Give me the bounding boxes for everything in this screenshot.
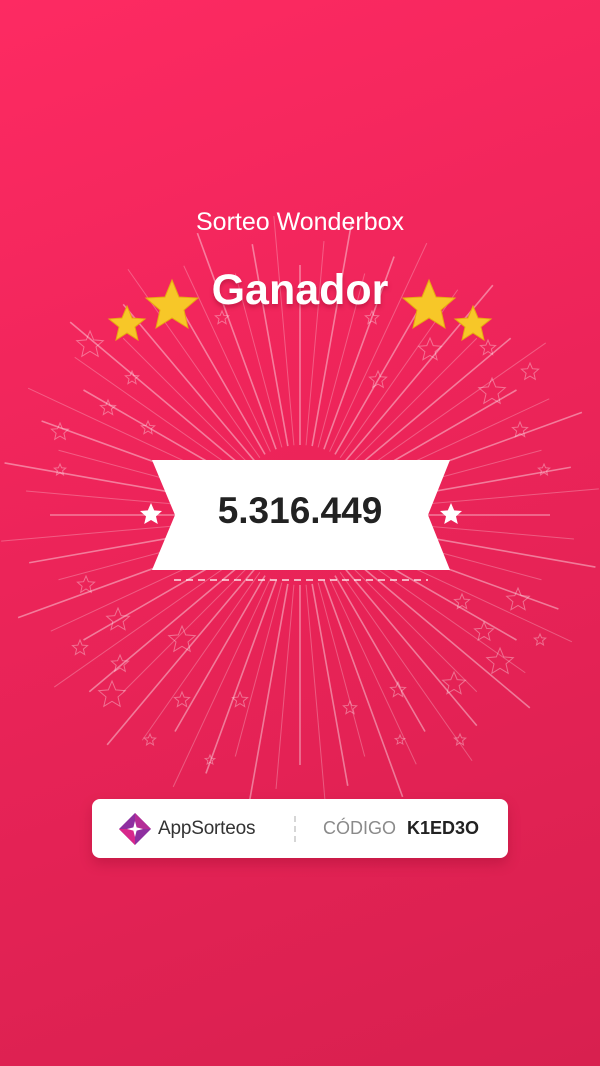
sunburst-ray: [339, 572, 473, 762]
outline-star-icon: [97, 679, 127, 708]
outline-star-icon: [453, 732, 467, 746]
sunburst-ray: [349, 564, 478, 693]
outline-star-icon: [173, 690, 191, 708]
outline-star-icon: [71, 638, 89, 656]
appsorteos-logo-icon: [119, 813, 151, 845]
outline-star-icon: [533, 632, 547, 646]
outline-star-icon: [441, 670, 467, 695]
brand-name: AppSorteos: [158, 818, 256, 840]
code-label: CÓDIGO: [323, 818, 397, 838]
sunburst-ray: [205, 580, 277, 774]
winner-heading: Ganador: [211, 266, 389, 314]
sunburst-ray: [311, 583, 349, 786]
brand-prefix: App: [158, 818, 192, 839]
sunburst-ray: [122, 337, 251, 466]
outline-star-icon: [75, 329, 105, 358]
sunburst-ray: [234, 582, 283, 757]
outline-star-icon: [203, 753, 217, 766]
sunburst-ray: [273, 216, 295, 446]
outline-star-icon: [485, 646, 515, 675]
outline-star-icon: [124, 369, 140, 385]
sunburst-ray: [122, 564, 251, 693]
sunburst-ray: [311, 219, 353, 447]
sunburst-background: [1, 216, 599, 814]
sunburst-ray: [275, 584, 295, 789]
sunburst-ray: [349, 337, 478, 466]
outline-star-icon: [99, 398, 117, 416]
brand-code-card: AppSorteos CÓDIGO K1ED3O: [92, 799, 508, 858]
card-divider: [294, 816, 296, 842]
sunburst-ray: [317, 582, 366, 757]
sunburst-ray: [329, 578, 417, 765]
sunburst-ray: [323, 580, 404, 798]
code-value: K1ED3O: [407, 818, 480, 838]
sunburst-ray: [53, 554, 243, 688]
raffle-title: Sorteo Wonderbox: [196, 208, 404, 236]
sunburst-ray: [174, 575, 266, 732]
outline-star-icon: [167, 624, 197, 653]
sunburst-ray: [305, 584, 327, 814]
sunburst-ray: [357, 342, 547, 476]
outline-star-icon: [110, 653, 130, 673]
outline-star-icon: [105, 606, 131, 631]
winner-number: 5.316.449: [217, 490, 383, 531]
sunburst-ray: [247, 583, 289, 811]
sunburst-ray: [334, 575, 426, 732]
outline-star-icon: [520, 361, 540, 381]
brand-suffix: Sorteos: [191, 818, 256, 839]
